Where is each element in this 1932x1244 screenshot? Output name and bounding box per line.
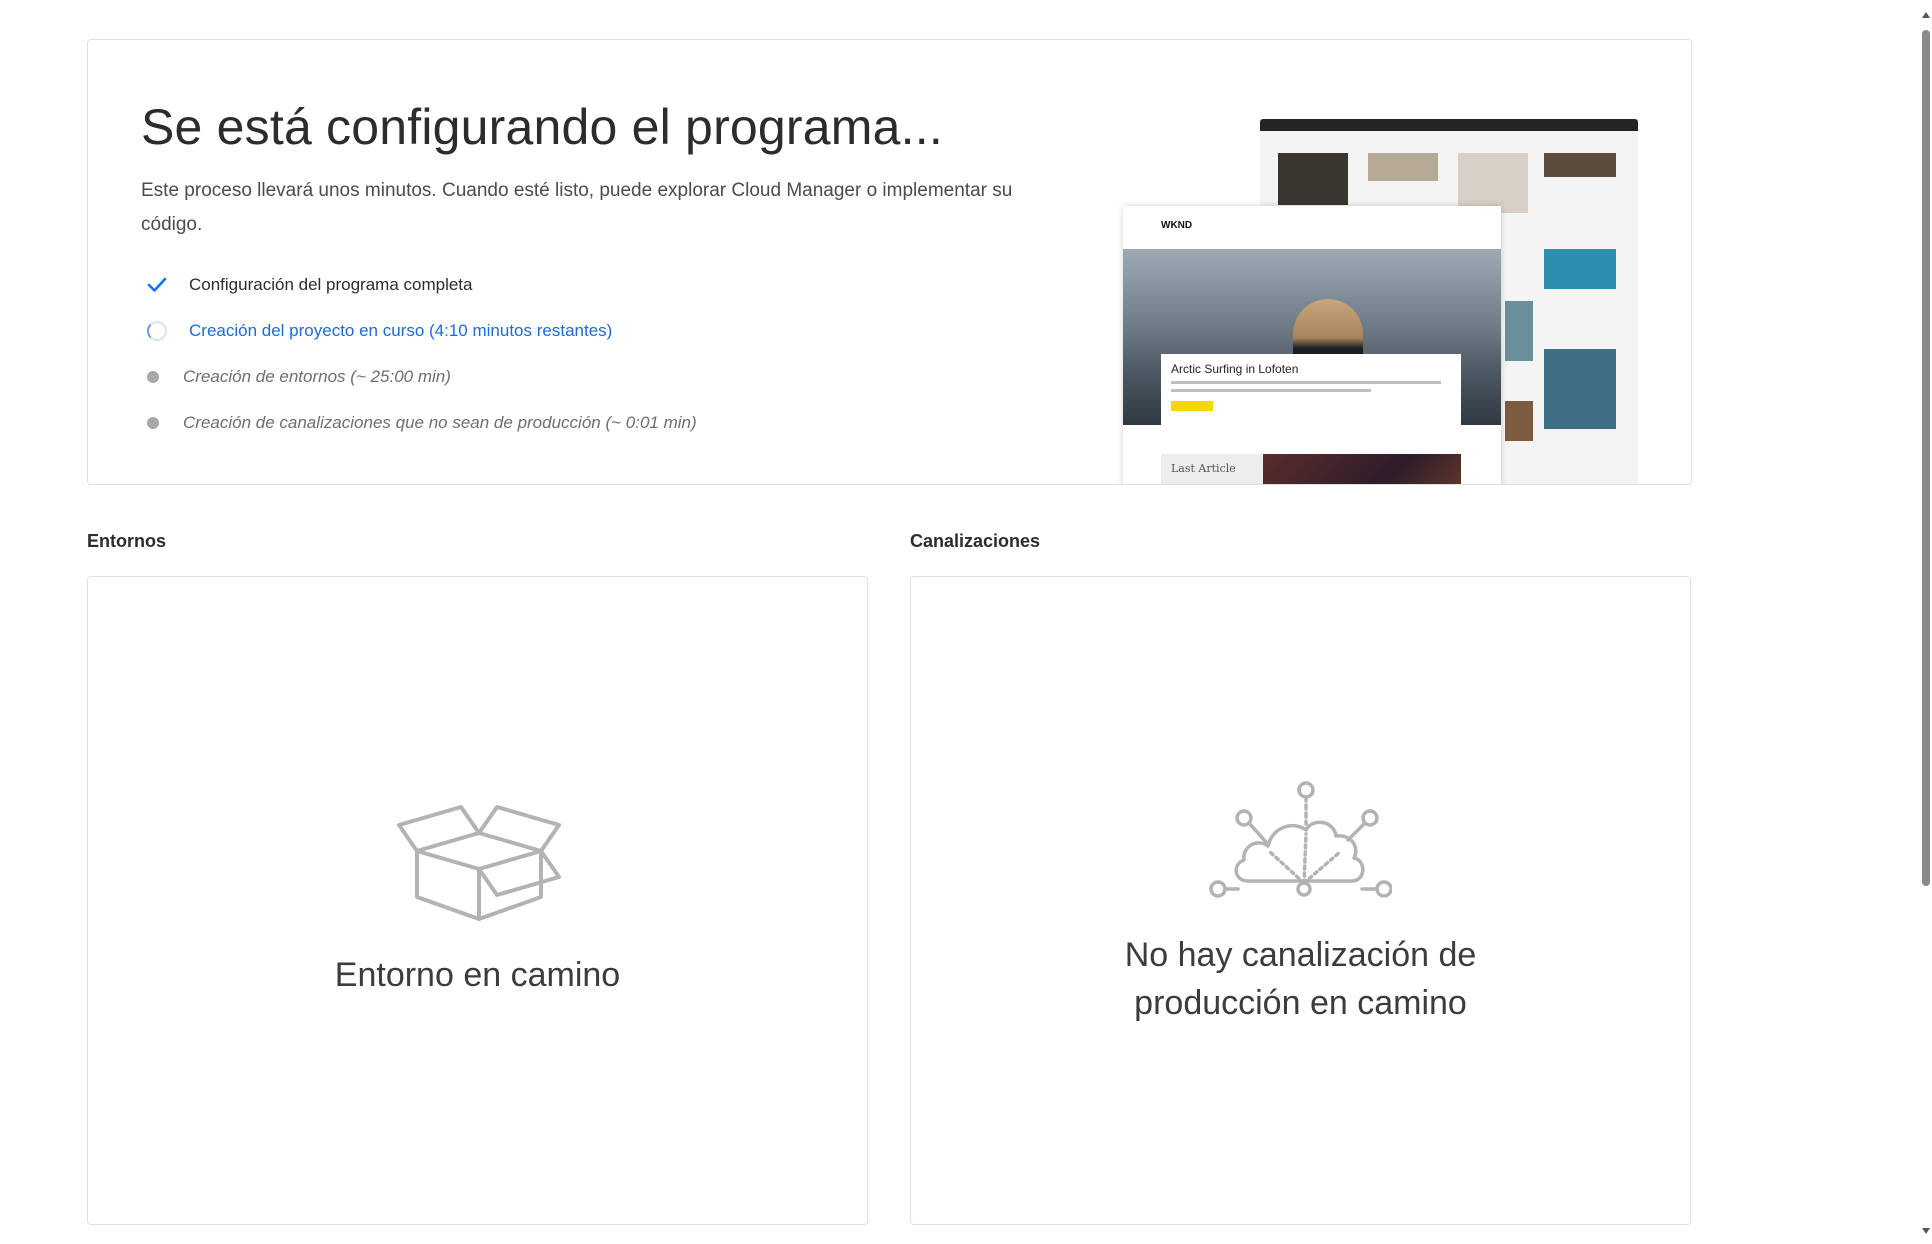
environments-empty-message: Entorno en camino [334, 956, 621, 994]
scroll-up-arrow-icon[interactable] [1922, 10, 1930, 20]
step-program-setup: Configuración del programa completa [141, 262, 697, 308]
step-pipeline-creation: Creación de canalizaciones que no sean d… [141, 400, 697, 446]
step-project-creation: Creación del proyecto en curso (4:10 min… [141, 308, 697, 354]
pipelines-panel: No hay canalización de producción en cam… [910, 576, 1691, 1225]
preview-last-article: Last Article [1161, 454, 1461, 484]
pipelines-heading: Canalizaciones [910, 531, 1041, 551]
preview-last-article-label: Last Article [1171, 462, 1236, 475]
checkmark-icon [141, 270, 189, 300]
dot-icon [141, 362, 183, 392]
preview-front-window: WKND Arctic Surfing in Lofoten Last Arti… [1123, 206, 1501, 484]
preview-nav: WKND [1123, 206, 1501, 246]
pipelines-empty-line-1: No hay canalización de [1124, 936, 1477, 974]
scrollbar-thumb[interactable] [1922, 30, 1930, 886]
pipelines-empty-message: No hay canalización de producción en cam… [911, 931, 1690, 1027]
preview-article-title: Arctic Surfing in Lofoten [1171, 362, 1299, 376]
pipelines-empty-line-2: producción en camino [1134, 984, 1467, 1022]
step-label: Creación de canalizaciones que no sean d… [183, 413, 697, 432]
site-preview-illustration: WKND Arctic Surfing in Lofoten Last Arti… [1123, 119, 1643, 484]
setup-title: Se está configurando el programa... [141, 99, 943, 155]
preview-logo: WKND [1161, 220, 1193, 231]
step-label[interactable]: Creación del proyecto en curso (4:10 min… [189, 321, 612, 341]
setup-steps-list: Configuración del programa completa Crea… [141, 262, 697, 446]
environments-panel: Entorno en camino [87, 576, 868, 1225]
preview-article-card: Arctic Surfing in Lofoten [1161, 354, 1461, 428]
scroll-down-arrow-icon[interactable] [1922, 1226, 1930, 1236]
box-icon [397, 799, 561, 928]
environments-heading: Entornos [87, 531, 166, 551]
step-label: Configuración del programa completa [189, 275, 473, 294]
step-label: Creación de entornos (~ 25:00 min) [183, 367, 451, 386]
setup-description: Este proceso llevará unos minutos. Cuand… [141, 180, 1013, 235]
program-setup-card: Se está configurando el programa... Este… [87, 39, 1692, 485]
spinner-icon [141, 316, 189, 346]
dot-icon [141, 408, 183, 438]
cloud-network-icon [1208, 780, 1393, 903]
page-scrollbar[interactable] [1920, 0, 1932, 1244]
step-environment-creation: Creación de entornos (~ 25:00 min) [141, 354, 697, 400]
